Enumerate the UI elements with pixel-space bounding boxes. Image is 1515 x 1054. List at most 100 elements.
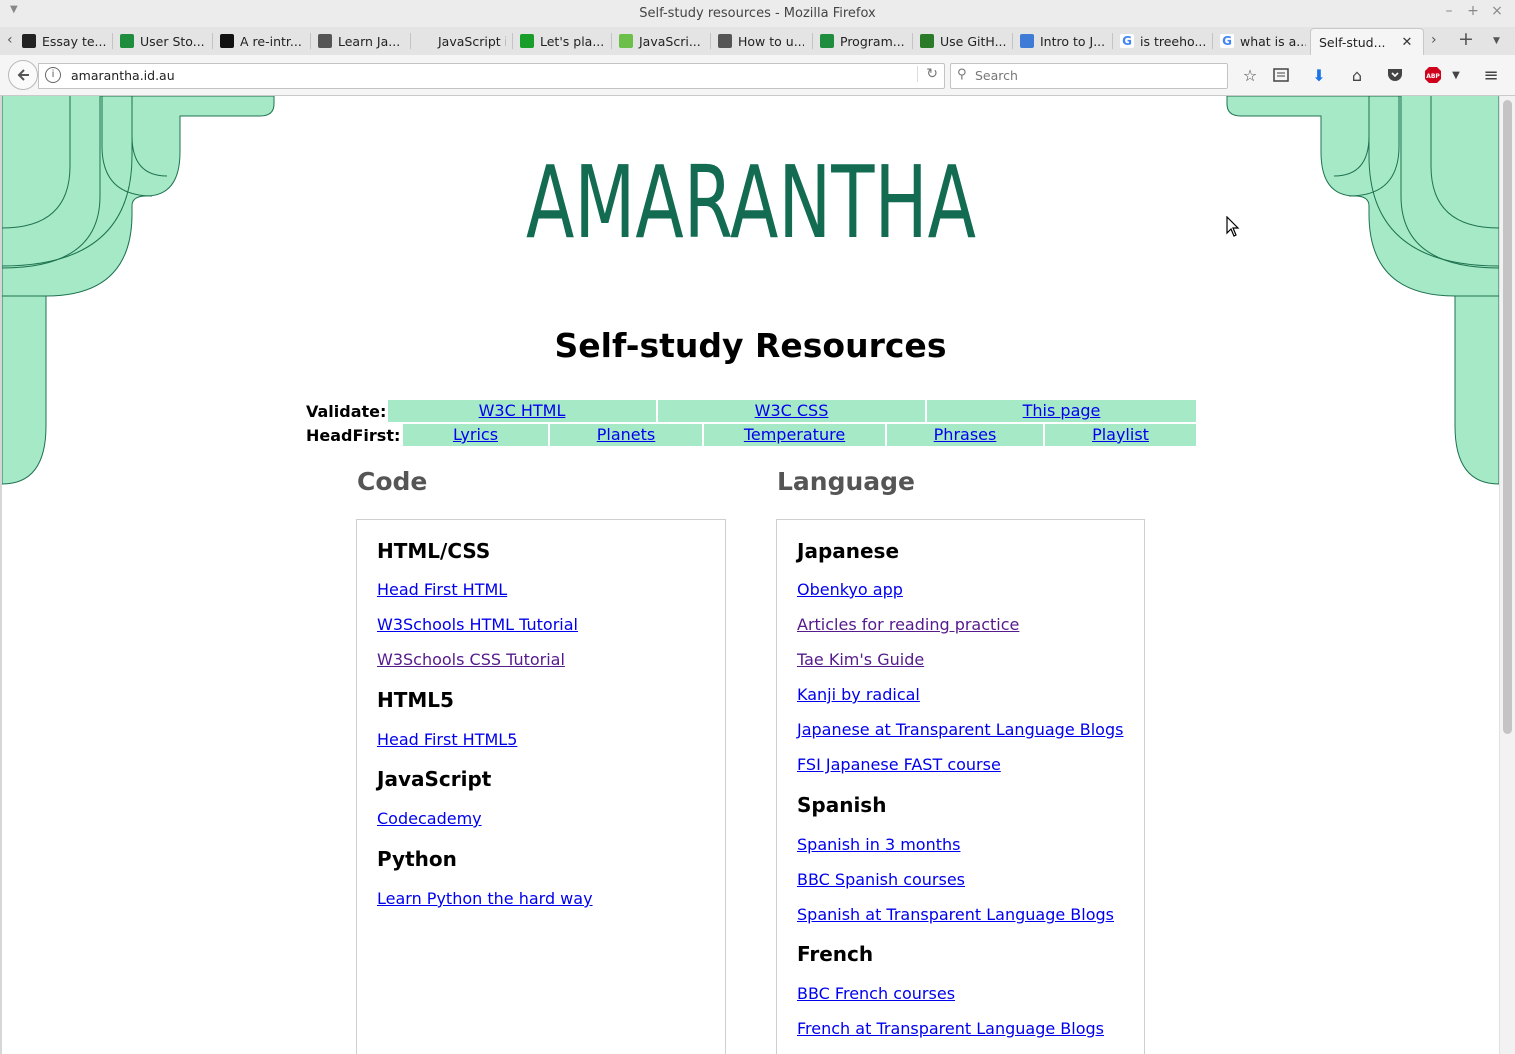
- bookmarks-list-icon[interactable]: [1271, 65, 1291, 85]
- section-heading-japanese: Japanese: [797, 539, 900, 563]
- close-tab-icon[interactable]: ✕: [1402, 35, 1413, 50]
- section-heading-html5: HTML5: [377, 688, 454, 712]
- headfirst-temperature-link[interactable]: Temperature: [744, 425, 845, 444]
- tab-separator: [1112, 33, 1113, 49]
- section-heading-french: French: [797, 942, 874, 966]
- page-scrollbar[interactable]: [1499, 96, 1515, 1054]
- w3-icon: [619, 34, 633, 48]
- tab-3[interactable]: A re-intr...: [220, 28, 304, 54]
- tab-scroll-left-icon[interactable]: ‹: [7, 32, 13, 48]
- adblock-icon[interactable]: ABP: [1423, 65, 1443, 85]
- link-reading-articles[interactable]: Articles for reading practice: [797, 615, 1019, 634]
- google-icon: G: [1220, 34, 1234, 48]
- link-w3schools-html[interactable]: W3Schools HTML Tutorial: [377, 615, 578, 634]
- tab-8[interactable]: How to u...: [718, 28, 804, 54]
- window-title: Self-study resources - Mozilla Firefox: [639, 6, 876, 21]
- link-head-first-html5[interactable]: Head First HTML5: [377, 730, 517, 749]
- link-spanish-3-months[interactable]: Spanish in 3 months: [797, 835, 960, 854]
- terminal-icon: [920, 34, 934, 48]
- info-icon[interactable]: i: [45, 67, 61, 83]
- home-icon[interactable]: ⌂: [1347, 65, 1367, 85]
- adblock-dropdown-icon[interactable]: ▼: [1446, 65, 1466, 85]
- sheets-icon: [120, 34, 134, 48]
- validate-w3c-css-link[interactable]: W3C CSS: [755, 401, 829, 420]
- url-bar[interactable]: i amarantha.id.au ↻: [38, 63, 945, 89]
- link-tae-kim[interactable]: Tae Kim's Guide: [797, 650, 924, 669]
- tab-separator: [611, 33, 612, 49]
- validate-w3c-html-link[interactable]: W3C HTML: [479, 401, 566, 420]
- tab-2[interactable]: User Sto...: [120, 28, 206, 54]
- headfirst-cell: Temperature: [704, 424, 885, 446]
- pocket-icon[interactable]: [1385, 65, 1405, 85]
- scrollbar-thumb[interactable]: [1503, 100, 1512, 734]
- maximize-icon[interactable]: +: [1464, 3, 1482, 19]
- link-spanish-tlb[interactable]: Spanish at Transparent Language Blogs: [797, 905, 1114, 924]
- code-heading: Code: [357, 467, 428, 496]
- search-input[interactable]: ⚲ Search: [950, 63, 1228, 89]
- tab-label: User Sto...: [140, 33, 205, 49]
- link-obenkyo[interactable]: Obenkyo app: [797, 580, 903, 599]
- tab-7[interactable]: JavaScri...: [619, 28, 703, 54]
- link-bbc-spanish[interactable]: BBC Spanish courses: [797, 870, 965, 889]
- back-icon[interactable]: [8, 60, 38, 90]
- code-panel: HTML/CSS Head First HTML W3Schools HTML …: [356, 519, 726, 1054]
- mouse-cursor-icon: [1226, 216, 1240, 237]
- link-head-first-html[interactable]: Head First HTML: [377, 580, 507, 599]
- headfirst-playlist-link[interactable]: Playlist: [1092, 425, 1149, 444]
- link-codecademy[interactable]: Codecademy: [377, 809, 482, 828]
- tab-1[interactable]: Essay te...: [22, 28, 106, 54]
- link-french-tlb[interactable]: French at Transparent Language Blogs: [797, 1019, 1104, 1038]
- tab-10[interactable]: Use GitH...: [920, 28, 1006, 54]
- tab-list-icon[interactable]: ▼: [1493, 36, 1500, 46]
- tab-9[interactable]: Program...: [820, 28, 906, 54]
- tab-11[interactable]: Intro to J...: [1020, 28, 1106, 54]
- tab-label: How to u...: [738, 33, 804, 49]
- tab-label: Program...: [840, 33, 905, 49]
- codecademy-icon: [318, 34, 332, 48]
- headfirst-lyrics-link[interactable]: Lyrics: [453, 425, 498, 444]
- bookmark-star-icon[interactable]: ☆: [1240, 65, 1260, 85]
- close-window-icon[interactable]: ×: [1488, 3, 1506, 19]
- tab-5[interactable]: JavaScript in ...: [418, 28, 506, 54]
- link-kanji-radical[interactable]: Kanji by radical: [797, 685, 920, 704]
- tab-12[interactable]: Gis treeho...: [1120, 28, 1206, 54]
- link-bbc-french[interactable]: BBC French courses: [797, 984, 955, 1003]
- headfirst-row: HeadFirst: Lyrics Planets Temperature Ph…: [306, 424, 1198, 446]
- validate-row: Validate: W3C HTML W3C CSS This page: [306, 400, 1198, 422]
- headfirst-planets-link[interactable]: Planets: [597, 425, 656, 444]
- validate-this-page-link[interactable]: This page: [1023, 401, 1101, 420]
- google-icon: G: [1120, 34, 1134, 48]
- tab-6[interactable]: Let's pla...: [520, 28, 604, 54]
- page-viewport: AMARANTHA Self-study Resources Validate:…: [2, 96, 1499, 1054]
- headfirst-phrases-link[interactable]: Phrases: [934, 425, 997, 444]
- new-tab-icon[interactable]: +: [1458, 28, 1474, 50]
- headfirst-cell: Planets: [550, 424, 702, 446]
- tab-label: is treeho...: [1140, 33, 1206, 49]
- codecademy-icon: [718, 34, 732, 48]
- tab-13[interactable]: Gwhat is a...: [1220, 28, 1306, 54]
- logo-text: AMARANTHA: [526, 144, 976, 244]
- eye-icon: [520, 34, 534, 48]
- site-logo: AMARANTHA: [2, 144, 1499, 261]
- section-heading-html-css: HTML/CSS: [377, 539, 491, 563]
- download-icon[interactable]: ⬇: [1309, 65, 1329, 85]
- tab-separator: [410, 33, 411, 49]
- minimize-icon[interactable]: –: [1440, 3, 1458, 19]
- tab-label: Use GitH...: [940, 33, 1006, 49]
- validate-cell: W3C HTML: [388, 400, 656, 422]
- url-text[interactable]: amarantha.id.au: [71, 68, 175, 83]
- link-w3schools-css[interactable]: W3Schools CSS Tutorial: [377, 650, 565, 669]
- hamburger-menu-icon[interactable]: ≡: [1481, 65, 1501, 86]
- section-heading-javascript: JavaScript: [377, 767, 492, 791]
- headfirst-cell: Phrases: [887, 424, 1043, 446]
- validate-label: Validate:: [306, 402, 387, 421]
- tab-scroll-right-icon[interactable]: ›: [1431, 32, 1437, 48]
- link-learn-python[interactable]: Learn Python the hard way: [377, 889, 593, 908]
- tab-4[interactable]: Learn Ja...: [318, 28, 404, 54]
- tab-active[interactable]: Self-stud... ✕: [1310, 28, 1424, 55]
- link-japanese-tlb[interactable]: Japanese at Transparent Language Blogs: [797, 720, 1123, 739]
- link-fsi-japanese[interactable]: FSI Japanese FAST course: [797, 755, 1001, 774]
- reload-icon[interactable]: ↻: [917, 66, 938, 82]
- tab-separator: [912, 33, 913, 49]
- tab-separator: [710, 33, 711, 49]
